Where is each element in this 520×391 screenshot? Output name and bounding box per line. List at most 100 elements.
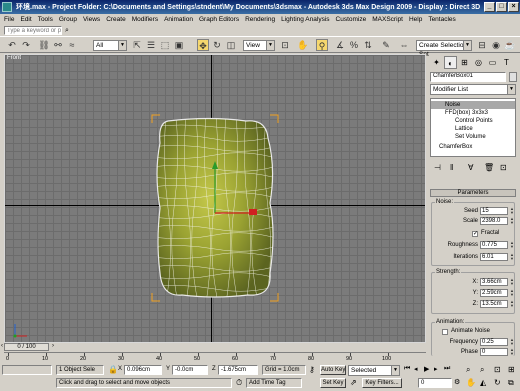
viewport-label[interactable]: Front: [7, 55, 21, 61]
seed-spinner[interactable]: 15: [480, 207, 508, 215]
stack-item-chamferbox[interactable]: ChamferBox: [431, 143, 515, 151]
iterations-spinner-arrows-icon[interactable]: ▲ ▼: [509, 253, 515, 261]
show-end-result-icon[interactable]: ‖: [450, 163, 453, 172]
undo-icon[interactable]: ↶: [6, 39, 18, 51]
stack-item-set-volume[interactable]: Set Volume: [431, 133, 515, 141]
zoom-extents-icon[interactable]: ⊡: [494, 365, 501, 374]
menu-tools[interactable]: Tools: [38, 16, 53, 23]
menu-file[interactable]: File: [4, 16, 14, 23]
slider-prev-icon[interactable]: ‹: [1, 343, 3, 349]
pivot-center-icon[interactable]: ⊡: [279, 39, 291, 51]
modifier-stack[interactable]: Noise FFD(box) 3x3x3 Control Points Latt…: [430, 98, 516, 157]
select-object-icon[interactable]: ⇱: [131, 39, 143, 51]
hierarchy-tab-icon[interactable]: ⊞: [458, 56, 471, 69]
select-and-rotate-icon[interactable]: ↻: [211, 39, 223, 51]
strength-z-arrows-icon[interactable]: ▲ ▼: [509, 300, 515, 308]
menu-animation[interactable]: Animation: [164, 16, 193, 23]
menu-create[interactable]: Create: [106, 16, 126, 23]
search-input[interactable]: [4, 26, 62, 35]
parameters-rollout-header[interactable]: Parameters: [430, 189, 516, 197]
mirror-icon[interactable]: ⇔: [398, 39, 410, 51]
angle-snap-icon[interactable]: ∡: [334, 39, 346, 51]
unlink-icon[interactable]: ⚯: [52, 39, 64, 51]
menu-help[interactable]: Help: [409, 16, 422, 23]
phase-spinner[interactable]: 0: [480, 348, 508, 356]
go-to-start-icon[interactable]: ⏮: [404, 365, 410, 373]
lock-selection-icon[interactable]: 🔒: [108, 365, 118, 374]
search-icon[interactable]: ⌕: [65, 27, 69, 35]
named-selection-dropdown[interactable]: Create Selection Set ▼: [416, 40, 472, 58]
strength-y-arrows-icon[interactable]: ▲ ▼: [509, 289, 515, 297]
fractal-checkbox[interactable]: ✓: [472, 231, 478, 237]
phase-spinner-arrows-icon[interactable]: ▲ ▼: [509, 348, 515, 356]
modify-tab-icon[interactable]: ◐: [444, 56, 457, 69]
play-icon[interactable]: ▶: [424, 365, 429, 373]
time-tag-icon[interactable]: ⏱: [236, 378, 242, 388]
zoom-all-icon[interactable]: ⌕: [480, 365, 484, 375]
strength-x-arrows-icon[interactable]: ▲ ▼: [509, 278, 515, 286]
select-and-move-icon[interactable]: ✥: [197, 39, 209, 51]
menu-lighting-analysis[interactable]: Lighting Analysis: [281, 16, 329, 23]
menu-customize[interactable]: Customize: [336, 16, 367, 23]
strength-z-spinner[interactable]: 13.5cm: [480, 300, 508, 308]
remove-modifier-icon[interactable]: 🗑: [484, 163, 494, 172]
motion-tab-icon[interactable]: ◎: [472, 56, 485, 69]
configure-sets-icon[interactable]: ⊡: [500, 163, 507, 172]
y-coordinate-field[interactable]: -0.0cm: [172, 365, 208, 375]
pin-stack-icon[interactable]: ⊣: [434, 163, 441, 172]
scale-spinner-arrows-icon[interactable]: ▲ ▼: [509, 217, 515, 225]
previous-frame-icon[interactable]: ◂: [414, 365, 418, 373]
key-mode-dropdown[interactable]: Selected ▼: [348, 365, 400, 376]
menu-graph-editors[interactable]: Graph Editors: [199, 16, 239, 23]
snap-toggle-icon[interactable]: ⚲: [316, 39, 328, 51]
percent-snap-icon[interactable]: %: [348, 39, 360, 51]
menu-views[interactable]: Views: [83, 16, 100, 23]
render-icon[interactable]: ☕: [504, 39, 516, 51]
scale-spinner[interactable]: 2398.0: [480, 217, 508, 225]
add-time-tag[interactable]: Add Time Tag: [246, 378, 302, 388]
menu-modifiers[interactable]: Modifiers: [132, 16, 158, 23]
pan-icon[interactable]: ✋: [466, 378, 476, 387]
menu-tentacles[interactable]: Tentacles: [428, 16, 455, 23]
roughness-spinner[interactable]: 0.775: [480, 241, 508, 249]
stack-item-noise[interactable]: Noise: [431, 101, 515, 109]
frame-ruler[interactable]: 0 10 20 30 40 50 60 70 80 90 100: [4, 352, 426, 363]
time-slider-track[interactable]: 0 / 100 › ‹: [1, 343, 426, 351]
zoom-icon[interactable]: ⌕: [466, 365, 470, 375]
maximize-button[interactable]: □: [496, 2, 507, 12]
strength-x-spinner[interactable]: 3.66cm: [480, 278, 508, 286]
close-button[interactable]: ×: [508, 2, 519, 12]
stack-item-lattice[interactable]: Lattice: [431, 125, 515, 133]
frequency-spinner-arrows-icon[interactable]: ▲ ▼: [509, 338, 515, 346]
stack-item-control-points[interactable]: Control Points: [431, 117, 515, 125]
slider-next-icon[interactable]: ›: [52, 343, 54, 349]
iterations-spinner[interactable]: 6.01: [480, 253, 508, 261]
menu-maxscript[interactable]: MAXScript: [372, 16, 403, 23]
x-coordinate-field[interactable]: 0.096cm: [124, 365, 162, 375]
spinner-snap-icon[interactable]: ⇅: [362, 39, 374, 51]
set-key-button[interactable]: Set Key: [320, 378, 346, 388]
frequency-spinner[interactable]: 0.25: [480, 338, 508, 346]
manipulate-icon[interactable]: ✋: [297, 39, 309, 51]
utilities-tab-icon[interactable]: T: [500, 56, 513, 69]
align-icon[interactable]: ⊟: [476, 39, 488, 51]
select-and-scale-icon[interactable]: ◫: [225, 39, 237, 51]
next-frame-icon[interactable]: ▸: [434, 365, 438, 373]
zoom-extents-all-icon[interactable]: ⊞: [508, 365, 515, 374]
orbit-icon[interactable]: ↻: [494, 378, 501, 387]
stack-item-ffd[interactable]: FFD(box) 3x3x3: [431, 109, 515, 117]
region-select-icon[interactable]: ⬚: [159, 39, 171, 51]
object-name-field[interactable]: ChamferBox01: [430, 72, 506, 82]
display-tab-icon[interactable]: ▭: [486, 56, 499, 69]
roughness-spinner-arrows-icon[interactable]: ▲ ▼: [509, 241, 515, 249]
app-icon[interactable]: [2, 2, 12, 12]
select-by-name-icon[interactable]: ☰: [145, 39, 157, 51]
default-in-out-tangents-icon[interactable]: ⇗: [350, 378, 357, 387]
viewport-front[interactable]: Front: [4, 54, 426, 343]
current-frame-field[interactable]: 0: [418, 378, 452, 388]
edit-named-selection-icon[interactable]: ✎: [380, 39, 392, 51]
bind-space-warp-icon[interactable]: ≈: [66, 39, 78, 51]
field-of-view-icon[interactable]: ◭: [480, 378, 486, 387]
go-to-end-icon[interactable]: ⏭: [444, 365, 450, 373]
maximize-viewport-icon[interactable]: ⧉: [508, 378, 514, 388]
